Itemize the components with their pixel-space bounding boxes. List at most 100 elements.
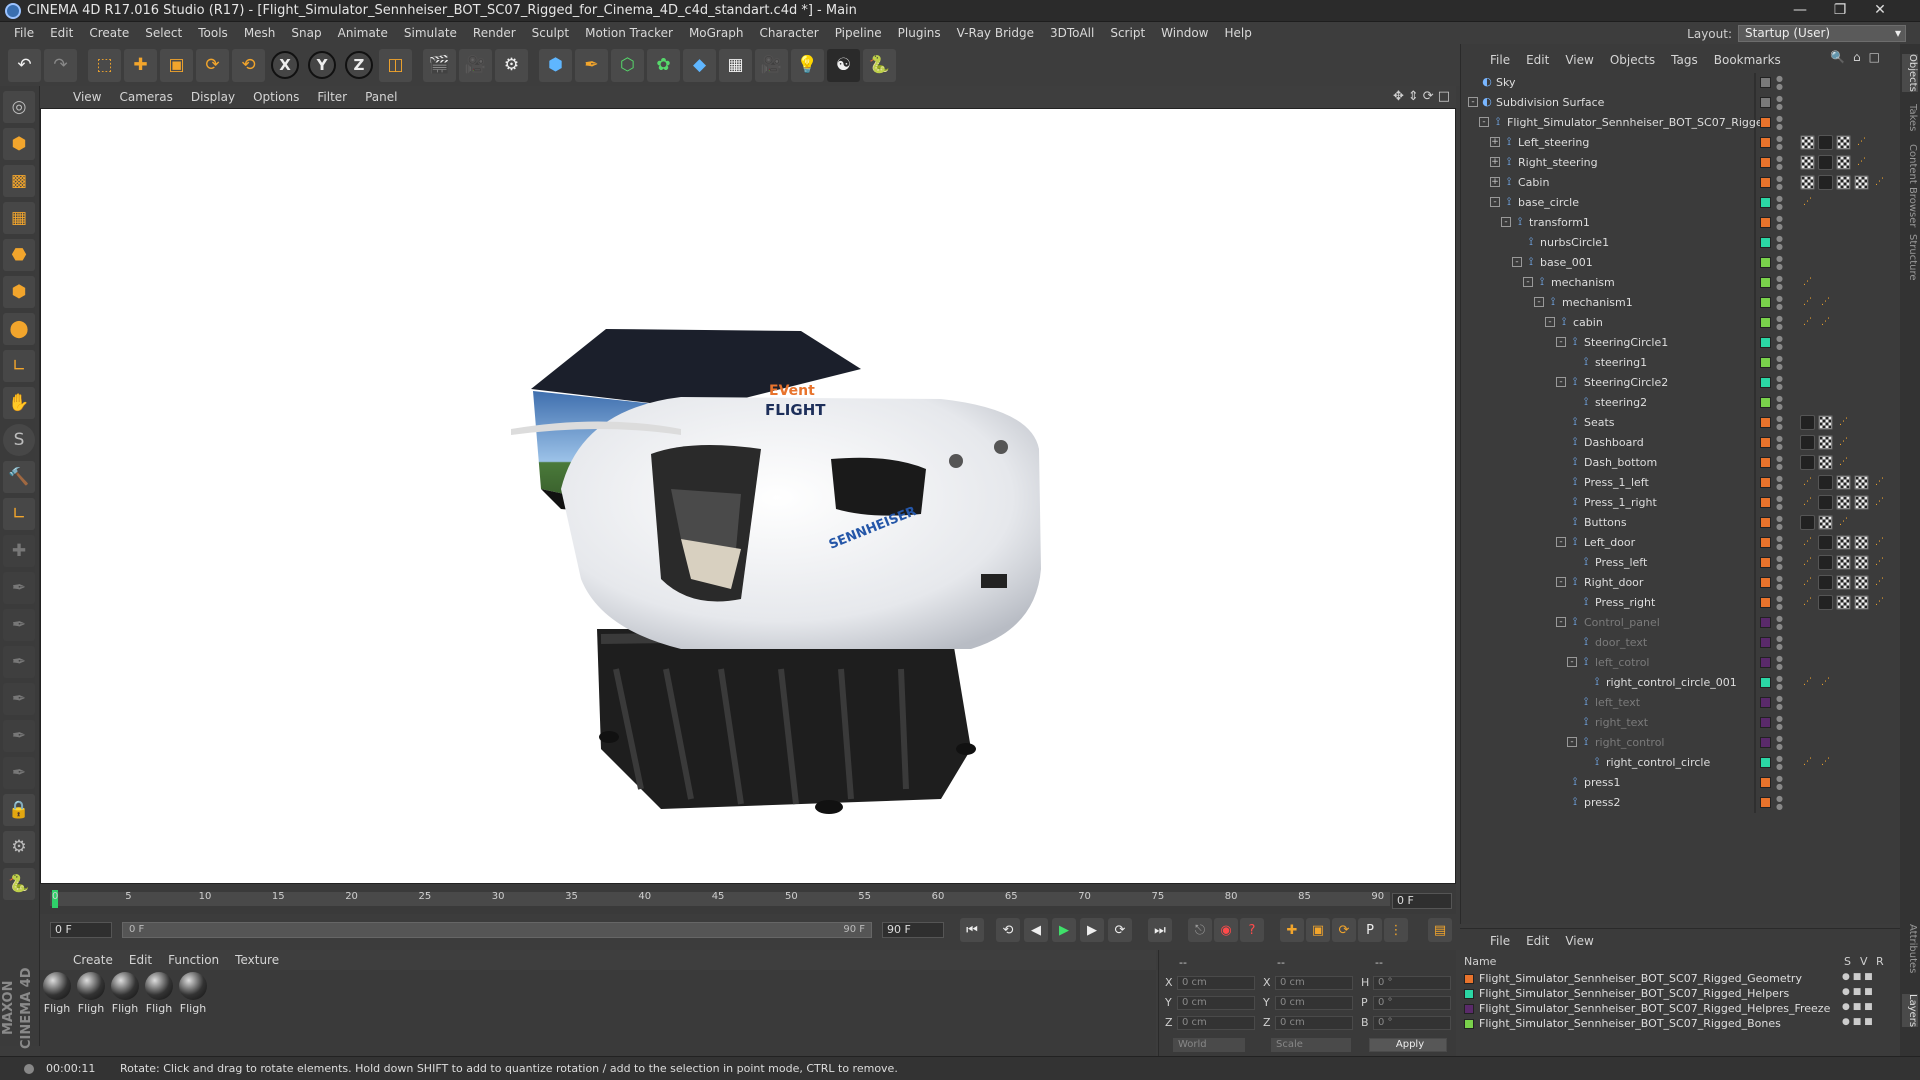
layer-color-swatch[interactable] <box>1760 497 1771 508</box>
layer-menu-edit[interactable]: Edit <box>1518 934 1557 948</box>
soft-selection-icon[interactable]: ∟ <box>3 498 35 530</box>
layer-color-swatch[interactable] <box>1760 737 1771 748</box>
go-to-start-icon[interactable]: ⏮ <box>960 918 984 942</box>
coordinate-mode-dropdown[interactable]: World <box>1173 1038 1245 1052</box>
array-icon[interactable]: ✿ <box>647 48 680 82</box>
tag-icon[interactable]: ⋰ <box>1872 175 1887 190</box>
visibility-dots-icon[interactable]: ● ● <box>1776 615 1783 631</box>
render-picture-viewer-icon[interactable]: 🎥 <box>459 48 492 82</box>
side-tab-structure[interactable]: Structure <box>1902 234 1918 281</box>
autokey-icon[interactable]: ◉ <box>1214 918 1238 942</box>
side-tab-layers[interactable]: Layers <box>1902 994 1918 1028</box>
wax-icon[interactable]: ✒ <box>3 720 35 752</box>
visibility-dots-icon[interactable]: ● ● <box>1776 755 1783 771</box>
tag-icon[interactable]: ⋰ <box>1800 675 1815 690</box>
layer-row[interactable]: Flight_Simulator_Sennheiser_BOT_SC07_Rig… <box>1464 972 1884 986</box>
key-parameter-icon[interactable]: P <box>1358 918 1382 942</box>
previous-key-icon[interactable]: ⟲ <box>996 918 1020 942</box>
tag-icon[interactable]: ⋰ <box>1800 475 1815 490</box>
key-position-icon[interactable]: ✚ <box>1280 918 1304 942</box>
undo-icon[interactable]: ↶ <box>8 48 41 82</box>
layer-color-swatch[interactable] <box>1760 317 1771 328</box>
material-tag-icon[interactable] <box>1836 495 1851 510</box>
side-tab-takes[interactable]: Takes <box>1902 104 1918 131</box>
visibility-dots-icon[interactable]: ● ● <box>1776 635 1783 651</box>
layer-color-swatch[interactable] <box>1760 697 1771 708</box>
menu-snap[interactable]: Snap <box>283 26 329 40</box>
tag-icon[interactable]: ⋰ <box>1854 135 1869 150</box>
tag-icon[interactable]: ⋰ <box>1800 555 1815 570</box>
expand-toggle-icon[interactable]: - <box>1567 737 1577 747</box>
layer-color-swatch[interactable] <box>1464 1004 1474 1014</box>
coord-value-field[interactable]: 0 cm <box>1275 1016 1353 1030</box>
pan-icon[interactable]: ✥ <box>1393 89 1404 104</box>
rotate-icon[interactable]: ⟳ <box>196 48 229 82</box>
layer-color-swatch[interactable] <box>1760 577 1771 588</box>
layer-color-swatch[interactable] <box>1760 517 1771 528</box>
menu-tools[interactable]: Tools <box>190 26 236 40</box>
orbit-icon[interactable]: ⟳ <box>1423 89 1434 104</box>
object-row[interactable]: ⟟ Buttons ● ● ⋰ <box>1460 513 1900 533</box>
live-selection-icon[interactable]: ⬚ <box>88 48 121 82</box>
object-row[interactable]: ⟟ Press_left ● ● ⋰ ⋰ <box>1460 553 1900 573</box>
visibility-dots-icon[interactable]: ● ● <box>1776 715 1783 731</box>
visibility-dots-icon[interactable]: ● ● <box>1776 155 1783 171</box>
object-row[interactable]: ◐ Sky ● ● <box>1460 73 1900 93</box>
expand-toggle-icon[interactable]: + <box>1490 177 1500 187</box>
x-axis-icon[interactable]: X <box>271 51 299 79</box>
key-pla-icon[interactable]: ⋮ <box>1384 918 1408 942</box>
layer-row[interactable]: Flight_Simulator_Sennheiser_BOT_SC07_Rig… <box>1464 1002 1884 1016</box>
menu-plugins[interactable]: Plugins <box>890 26 949 40</box>
tag-icon[interactable]: ⋰ <box>1836 415 1851 430</box>
tag-icon[interactable]: ⋰ <box>1818 675 1833 690</box>
workplane-icon[interactable]: ▦ <box>3 202 35 234</box>
tag-icon[interactable]: ⋰ <box>1800 575 1815 590</box>
toggle-view-icon[interactable]: □ <box>1438 89 1450 104</box>
layer-color-swatch[interactable] <box>1760 677 1771 688</box>
size-mode-dropdown[interactable]: Scale <box>1271 1038 1351 1052</box>
viewport-menu-filter[interactable]: Filter <box>308 90 356 104</box>
layer-menu-view[interactable]: View <box>1557 934 1601 948</box>
visibility-dots-icon[interactable]: ● ● <box>1776 295 1783 311</box>
material-tag-icon[interactable] <box>1836 595 1851 610</box>
points-mode-icon[interactable]: ⬣ <box>3 239 35 271</box>
tweak-mode-icon[interactable]: ✋ <box>3 387 35 419</box>
coord-value-field[interactable]: 0 cm <box>1177 1016 1255 1030</box>
layer-flags-icon[interactable]: ● ■ ■ <box>1842 972 1873 982</box>
visibility-dots-icon[interactable]: ● ● <box>1776 275 1783 291</box>
visibility-dots-icon[interactable]: ● ● <box>1776 535 1783 551</box>
menu-mograph[interactable]: MoGraph <box>681 26 752 40</box>
start-frame-field[interactable]: 0 F <box>50 922 112 938</box>
layout-dropdown[interactable]: Startup (User) <box>1738 25 1906 42</box>
layer-color-swatch[interactable] <box>1760 797 1771 808</box>
material-tag-icon[interactable] <box>1836 155 1851 170</box>
tag-icon[interactable]: ⋰ <box>1872 555 1887 570</box>
object-row[interactable]: - ◐ Subdivision Surface ● ● <box>1460 93 1900 113</box>
object-row[interactable]: ⟟ steering1 ● ● <box>1460 353 1900 373</box>
object-row[interactable]: - ⟟ cabin ● ● ⋰ ⋰ <box>1460 313 1900 333</box>
visibility-dots-icon[interactable]: ● ● <box>1776 455 1783 471</box>
layer-color-swatch[interactable] <box>1760 537 1771 548</box>
material-swatch[interactable]: Fligh <box>110 972 140 1015</box>
object-row[interactable]: ⟟ press2 ● ● <box>1460 793 1900 813</box>
sculpt-s-icon[interactable]: ☯ <box>827 48 860 82</box>
stamp-icon[interactable]: ✒ <box>3 683 35 715</box>
layer-flags-icon[interactable]: ● ■ ■ <box>1842 1002 1873 1012</box>
expand-toggle-icon[interactable]: - <box>1523 277 1533 287</box>
menu-script[interactable]: Script <box>1102 26 1153 40</box>
menu-window[interactable]: Window <box>1153 26 1216 40</box>
visibility-dots-icon[interactable]: ● ● <box>1776 235 1783 251</box>
python-tool-icon[interactable]: 🐍 <box>3 868 35 900</box>
layer-color-swatch[interactable] <box>1760 117 1771 128</box>
object-row[interactable]: ⟟ door_text ● ● <box>1460 633 1900 653</box>
visibility-dots-icon[interactable]: ● ● <box>1776 475 1783 491</box>
previous-frame-icon[interactable]: ◀ <box>1024 918 1048 942</box>
menu-v-ray-bridge[interactable]: V-Ray Bridge <box>949 26 1042 40</box>
texture-tag-icon[interactable] <box>1818 495 1833 510</box>
z-axis-icon[interactable]: Z <box>345 51 373 79</box>
material-tag-icon[interactable] <box>1818 515 1833 530</box>
layer-color-swatch[interactable] <box>1760 417 1771 428</box>
visibility-dots-icon[interactable]: ● ● <box>1776 75 1783 91</box>
menu-motion-tracker[interactable]: Motion Tracker <box>577 26 681 40</box>
material-tag-icon[interactable] <box>1818 455 1833 470</box>
